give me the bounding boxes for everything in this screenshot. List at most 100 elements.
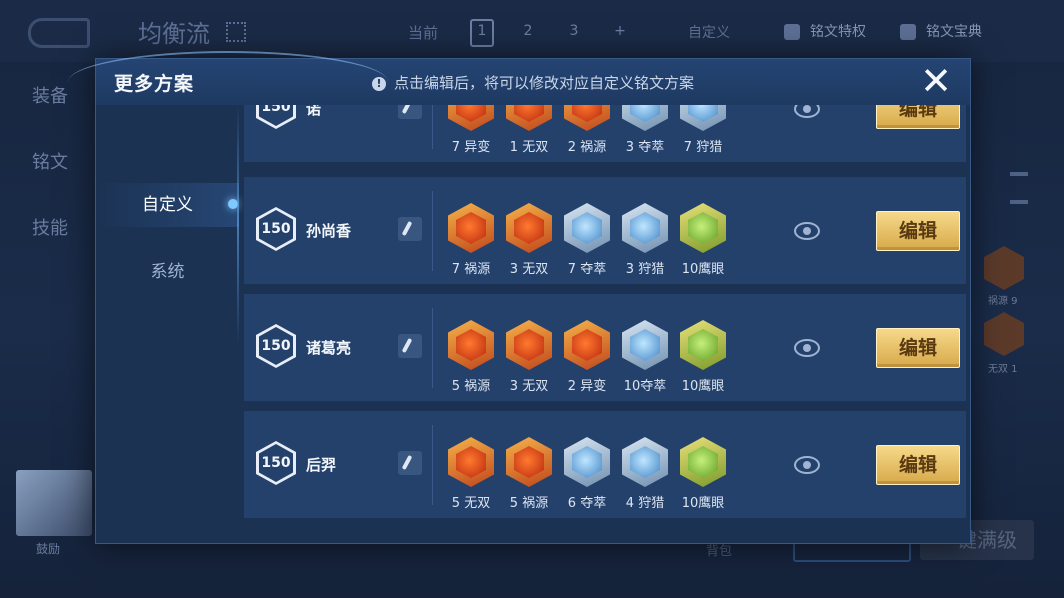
rune-core	[572, 446, 602, 478]
tab-system[interactable]: 系统	[96, 250, 239, 294]
rune-icon[interactable]	[506, 203, 552, 253]
card-divider	[432, 191, 433, 271]
rune-icon[interactable]	[680, 320, 726, 370]
rune-icon[interactable]	[622, 203, 668, 253]
hero-name: 诺	[306, 105, 322, 118]
rune-label: 3 无双	[509, 262, 549, 277]
scheme-card: 150 孙尚香 7 祸源 3 无双 7 夺萃 3 狩猎 10鹰眼 编辑	[244, 177, 966, 284]
rune-icon[interactable]	[448, 105, 494, 131]
rune-core	[514, 212, 544, 244]
grid-icon[interactable]	[226, 22, 246, 42]
hero-name: 后羿	[306, 456, 337, 474]
rune-icon[interactable]	[564, 320, 610, 370]
rune-label: 6 夺萃	[567, 496, 607, 511]
page-tab-add[interactable]: +	[608, 19, 632, 43]
hero-avatar[interactable]	[16, 470, 92, 536]
rune-label: 5 祸源	[509, 496, 549, 511]
rune-icon[interactable]	[680, 105, 726, 131]
edit-button[interactable]: 编辑	[876, 105, 960, 129]
rune-label: 7 祸源	[451, 262, 491, 277]
rune-icon[interactable]	[506, 437, 552, 487]
back-button[interactable]	[28, 18, 90, 48]
card-divider	[432, 105, 433, 149]
rune-core	[514, 105, 544, 122]
modal-sidebar: 自定义 系统	[96, 105, 239, 543]
rune-label: 10鹰眼	[681, 262, 725, 277]
rune-icon[interactable]	[680, 203, 726, 253]
rune-label: 10鹰眼	[681, 496, 725, 511]
rename-pen-icon[interactable]	[398, 217, 422, 241]
modal-title: 更多方案	[114, 73, 195, 95]
close-icon[interactable]: ✕	[918, 62, 954, 100]
side-tab-equipment[interactable]: 装备	[32, 82, 68, 108]
rune-icon[interactable]	[622, 320, 668, 370]
avatar-label: 鼓励	[36, 542, 61, 556]
side-tab-skills[interactable]: 技能	[32, 214, 68, 240]
edit-button[interactable]: 编辑	[876, 211, 960, 251]
rune-label: 5 祸源	[451, 379, 491, 394]
rune-icon[interactable]	[448, 437, 494, 487]
hero-name: 诸葛亮	[306, 339, 352, 357]
level-badge: 150	[256, 105, 296, 129]
rune-core	[572, 212, 602, 244]
page-tab-2[interactable]: 2	[516, 19, 540, 43]
rune-label: 3 狩猎	[625, 262, 665, 277]
rune-icon[interactable]	[506, 105, 552, 131]
menu-icon[interactable]	[1010, 172, 1028, 204]
rune-icon[interactable]	[506, 320, 552, 370]
rune-label: 7 异变	[451, 140, 491, 155]
side-tab-runes[interactable]: 铭文	[32, 148, 68, 174]
rune-icon	[984, 246, 1024, 290]
preview-eye-icon[interactable]	[794, 105, 820, 118]
rune-icon[interactable]	[448, 203, 494, 253]
rune-core	[688, 446, 718, 478]
rename-pen-icon[interactable]	[398, 105, 422, 119]
edit-button[interactable]: 编辑	[876, 445, 960, 485]
preview-eye-icon[interactable]	[794, 456, 820, 474]
rune-core	[456, 446, 486, 478]
rune-icon[interactable]	[564, 203, 610, 253]
rune-core	[572, 105, 602, 122]
rune-label: 7 夺萃	[567, 262, 607, 277]
page-tab-1[interactable]: 1	[470, 19, 494, 47]
rune-label: 3 夺萃	[625, 140, 665, 155]
rune-icon[interactable]	[448, 320, 494, 370]
edit-button[interactable]: 编辑	[876, 328, 960, 368]
scheme-list[interactable]: 150 诺 7 异变 1 无双 2 祸源 3 夺萃 7 狩猎 编辑 150 孙尚香 7 祸源 3 无双…	[244, 105, 966, 537]
level-value: 150	[259, 444, 293, 482]
level-value: 150	[259, 327, 293, 365]
preview-eye-icon[interactable]	[794, 339, 820, 357]
rune-core	[456, 329, 486, 361]
page-tab-3[interactable]: 3	[562, 19, 586, 43]
rune-icon[interactable]	[564, 437, 610, 487]
rune-label: 10鹰眼	[681, 379, 725, 394]
rename-pen-icon[interactable]	[398, 334, 422, 358]
rune-icon[interactable]	[564, 105, 610, 131]
rune-label: 7 狩猎	[683, 140, 723, 155]
preview-eye-icon[interactable]	[794, 222, 820, 240]
rune-core	[688, 105, 718, 122]
side-rune-label: 无双 1	[988, 364, 1018, 375]
rune-icon[interactable]	[622, 105, 668, 131]
rune-core	[572, 329, 602, 361]
rune-icon	[984, 312, 1024, 356]
rune-icon[interactable]	[680, 437, 726, 487]
custom-label[interactable]: 自定义	[688, 22, 730, 42]
rune-core	[688, 212, 718, 244]
rune-label: 10夺萃	[623, 379, 667, 394]
rune-icon[interactable]	[622, 437, 668, 487]
hero-name: 孙尚香	[306, 222, 352, 240]
scheme-title: 均衡流	[138, 20, 210, 48]
rune-core	[514, 329, 544, 361]
sidebar-divider	[237, 105, 239, 345]
info-icon: !	[372, 77, 386, 91]
level-value: 150	[259, 105, 293, 126]
rune-core	[514, 446, 544, 478]
rune-core	[630, 329, 660, 361]
tab-custom[interactable]: 自定义	[96, 183, 239, 227]
rename-pen-icon[interactable]	[398, 451, 422, 475]
level-value: 150	[259, 210, 293, 248]
rune-dictionary-button[interactable]: 铭文宝典	[900, 18, 982, 46]
rune-core	[630, 105, 660, 122]
rune-privilege-button[interactable]: 铭文特权	[784, 18, 866, 46]
